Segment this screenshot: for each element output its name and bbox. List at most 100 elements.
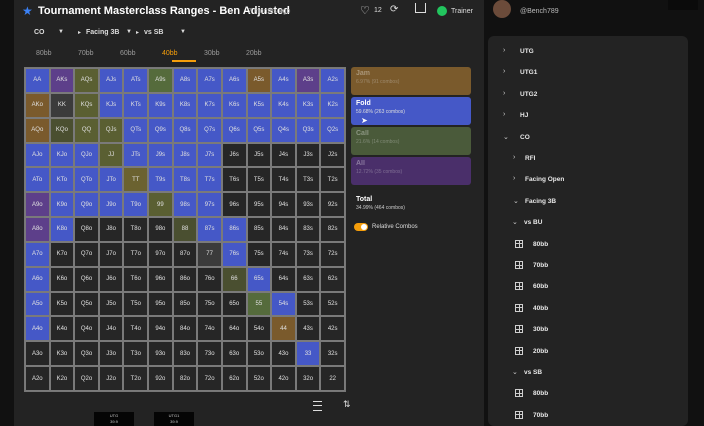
hand-cell[interactable]: Q6o	[74, 266, 99, 292]
hand-cell[interactable]: 43s	[295, 316, 321, 342]
hand-cell[interactable]: 77	[197, 241, 222, 267]
hand-cell[interactable]: JTs	[123, 142, 149, 168]
save-icon[interactable]	[415, 3, 426, 13]
hand-cell[interactable]: AKo	[25, 92, 50, 118]
hand-cell[interactable]: Q2s	[320, 117, 345, 143]
hand-cell[interactable]: K8s	[172, 92, 198, 118]
hand-cell[interactable]: QTo	[74, 167, 99, 193]
hand-cell[interactable]: T6s	[221, 167, 247, 193]
hand-cell[interactable]: T3s	[295, 167, 321, 193]
hand-cell[interactable]: 85s	[246, 217, 272, 242]
hand-cell[interactable]: A3s	[295, 68, 321, 93]
hand-cell[interactable]: QTs	[123, 117, 149, 143]
hand-cell[interactable]: J8o	[98, 217, 124, 242]
sort-icon[interactable]: ⇅	[343, 399, 351, 410]
hand-cell[interactable]: K6o	[49, 266, 75, 292]
hand-cell[interactable]: Q5o	[74, 291, 99, 317]
hand-cell[interactable]: T9o	[123, 192, 149, 218]
hand-cell[interactable]: 44	[271, 316, 296, 342]
hand-cell[interactable]: 87s	[197, 217, 222, 242]
villain-selector[interactable]: vs SB	[144, 29, 163, 36]
relative-combos-toggle[interactable]	[354, 223, 368, 231]
hand-cell[interactable]: AQs	[74, 68, 99, 93]
hand-cell[interactable]: 63s	[295, 266, 321, 292]
tree-item[interactable]: HJ	[520, 112, 528, 119]
hand-cell[interactable]: 93o	[148, 341, 173, 367]
hand-cell[interactable]: T6o	[123, 266, 149, 292]
hand-cell[interactable]: T4o	[123, 316, 149, 342]
hand-cell[interactable]: 32s	[320, 341, 345, 367]
chevron-right-icon[interactable]: ›	[503, 90, 505, 97]
hand-cell[interactable]: J6s	[221, 142, 247, 168]
hand-cell[interactable]: J9o	[98, 192, 124, 218]
hand-cell[interactable]: 99	[148, 192, 173, 218]
hand-cell[interactable]: 73s	[295, 241, 321, 267]
hand-cell[interactable]: A5o	[25, 291, 50, 317]
hand-cell[interactable]: T7o	[123, 241, 149, 267]
hand-cell[interactable]: Q3o	[74, 341, 99, 367]
hand-cell[interactable]: K5o	[49, 291, 75, 317]
hand-cell[interactable]: J2s	[320, 142, 345, 168]
tree-item[interactable]: 70bb	[533, 262, 548, 269]
hand-cell[interactable]: KTo	[49, 167, 75, 193]
hand-cell[interactable]: 94s	[271, 192, 296, 218]
hand-cell[interactable]: Q4o	[74, 316, 99, 342]
hand-cell[interactable]: A4s	[271, 68, 296, 93]
action-call[interactable]: Call 21.6% (14 combos)	[351, 127, 471, 155]
hand-cell[interactable]: T3o	[123, 341, 149, 367]
hand-cell[interactable]: T2o	[123, 366, 149, 391]
hand-cell[interactable]: A9s	[148, 68, 173, 93]
tree-item[interactable]: UTG1	[520, 69, 537, 76]
hand-cell[interactable]: 75o	[197, 291, 222, 317]
hand-cell[interactable]: 96s	[221, 192, 247, 218]
hand-cell[interactable]: A4o	[25, 316, 50, 342]
hand-cell[interactable]: 85o	[172, 291, 198, 317]
hand-cell[interactable]: 66	[221, 266, 247, 292]
chevron-right-icon[interactable]: ›	[513, 175, 515, 182]
hand-cell[interactable]: A8o	[25, 217, 50, 242]
tab-70bb[interactable]: 70bb	[78, 50, 94, 57]
hand-cell[interactable]: J7s	[197, 142, 222, 168]
hand-cell[interactable]: 76o	[197, 266, 222, 292]
hand-cell[interactable]: KTs	[123, 92, 149, 118]
thumbnail-utg[interactable]: UTG 39.9	[94, 412, 134, 426]
tree-item[interactable]: UTG2	[520, 91, 537, 98]
thumbnail-utg1[interactable]: UTG1 39.9	[154, 412, 194, 426]
tree-item[interactable]: 80bb	[533, 390, 548, 397]
hand-cell[interactable]: A8s	[172, 68, 198, 93]
hand-cell[interactable]: K8o	[49, 217, 75, 242]
hand-cell[interactable]: A5s	[246, 68, 272, 93]
hand-cell[interactable]: A7o	[25, 241, 50, 267]
hand-cell[interactable]: 54o	[246, 316, 272, 342]
hand-cell[interactable]: Q5s	[246, 117, 272, 143]
hand-cell[interactable]: KQo	[49, 117, 75, 143]
hand-cell[interactable]: K5s	[246, 92, 272, 118]
hand-cell[interactable]: Q7s	[197, 117, 222, 143]
chevron-right-icon[interactable]: ›	[503, 68, 505, 75]
tree-item[interactable]: 60bb	[533, 283, 548, 290]
hand-cell[interactable]: 42o	[271, 366, 296, 391]
chevron-down-icon[interactable]: ⌄	[512, 368, 518, 376]
hand-cell[interactable]: Q7o	[74, 241, 99, 267]
hand-cell[interactable]: K3o	[49, 341, 75, 367]
hand-cell[interactable]: T5s	[246, 167, 272, 193]
hand-cell[interactable]: ATs	[123, 68, 149, 93]
hand-cell[interactable]: KJs	[98, 92, 124, 118]
hand-cell[interactable]: KJo	[49, 142, 75, 168]
chevron-down-icon[interactable]: ⌄	[512, 218, 518, 226]
chevron-right-icon[interactable]: ›	[513, 154, 515, 161]
hand-cell[interactable]: J3o	[98, 341, 124, 367]
hand-cell[interactable]: 98s	[172, 192, 198, 218]
hand-cell[interactable]: AJs	[98, 68, 124, 93]
hand-cell[interactable]: T2s	[320, 167, 345, 193]
hand-cell[interactable]: J7o	[98, 241, 124, 267]
hand-cell[interactable]: J5o	[98, 291, 124, 317]
tree-item[interactable]: 40bb	[533, 305, 548, 312]
action-jam[interactable]: Jam 6.97% (91 combos)	[351, 67, 471, 95]
hand-cell[interactable]: A6s	[221, 68, 247, 93]
list-icon[interactable]	[313, 401, 322, 411]
hand-cell[interactable]: 43o	[271, 341, 296, 367]
hand-cell[interactable]: 86s	[221, 217, 247, 242]
hand-cell[interactable]: AQo	[25, 117, 50, 143]
hand-cell[interactable]: 54s	[271, 291, 296, 317]
